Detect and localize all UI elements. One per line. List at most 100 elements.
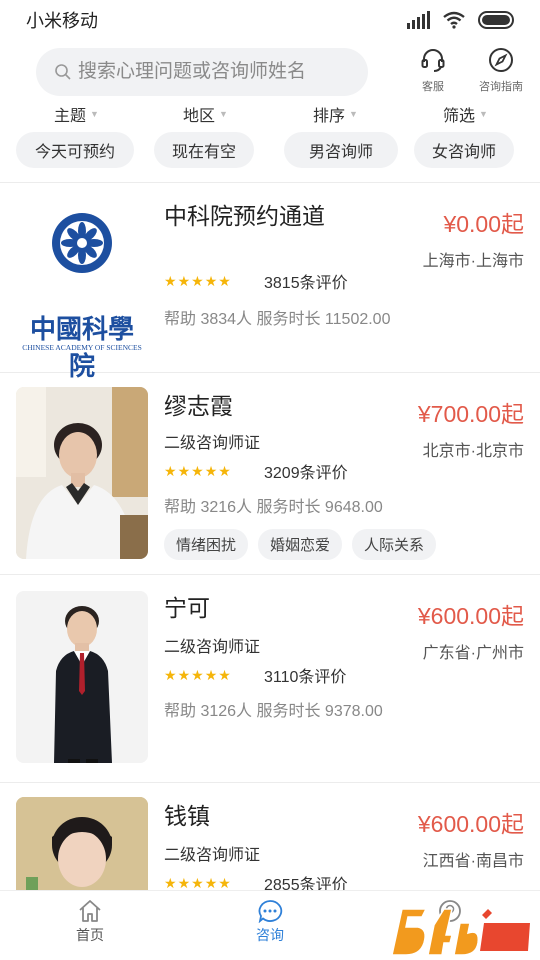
star-icon: ★: [204, 667, 218, 683]
home-icon: [79, 900, 101, 922]
star-icon: ★: [177, 667, 191, 683]
rating: ★ ★ ★ ★ ★ 3110条评价: [164, 663, 346, 687]
signal-icon: [407, 11, 430, 29]
counselor-location: 上海市·上海市: [422, 253, 524, 270]
customer-service-button[interactable]: 客服: [398, 46, 468, 94]
filter-tab-filter[interactable]: 筛选 ▼: [443, 102, 488, 126]
filter-tab-label: 地区: [183, 108, 216, 125]
counselor-photo: [16, 387, 148, 559]
star-icon: ★: [177, 875, 191, 890]
status-bar: 小米移动: [0, 0, 540, 40]
review-count: 3209条评价: [264, 465, 348, 482]
battery-icon: [478, 11, 514, 29]
counselor-name: 宁可: [164, 595, 210, 621]
chip-female-counselor[interactable]: 女咨询师: [414, 132, 514, 168]
filter-tab-label: 筛选: [443, 108, 476, 125]
star-icon: ★: [177, 463, 191, 479]
counselor-location: 江西省·南昌市: [422, 853, 524, 870]
rating: ★ ★ ★ ★ ★ 3815条评价: [164, 269, 348, 293]
counselor-name: 缪志霞: [164, 393, 233, 419]
filter-tab-label: 主题: [54, 108, 87, 125]
help-stats: 帮助 3216人 服务时长 9648.00: [164, 499, 383, 516]
certificate-label: 二级咨询师证: [164, 847, 261, 864]
filter-tab-sort[interactable]: 排序 ▼: [313, 102, 358, 126]
star-icon: ★: [191, 463, 204, 479]
consult-guide-label: 咨询指南: [479, 81, 523, 93]
chip-male-counselor[interactable]: 男咨询师: [284, 132, 398, 168]
caret-down-icon: ▼: [479, 109, 488, 119]
caret-down-icon: ▼: [349, 109, 358, 119]
star-icon: ★: [204, 463, 218, 479]
star-icon: ★: [218, 463, 231, 479]
search-row: 客服 咨询指南: [0, 46, 540, 98]
rating: ★ ★ ★ ★ ★ 3209条评价: [164, 459, 348, 483]
caret-down-icon: ▼: [219, 109, 228, 119]
star-icon: ★: [164, 875, 177, 890]
star-icon: ★: [204, 875, 218, 890]
filter-tab-topic[interactable]: 主题 ▼: [54, 102, 99, 126]
review-count: 3110条评价: [264, 669, 347, 686]
counselor-card[interactable]: 钱镇 ¥600.00起 江西省·南昌市 二级咨询师证 ★ ★ ★ ★ ★ 2855条评价: [0, 783, 540, 890]
filter-tabs: 主题 ▼ 地区 ▼ 排序 ▼ 筛选 ▼: [0, 102, 540, 128]
counselor-price: ¥600.00起: [417, 811, 524, 837]
counselor-list: 中國科學院 CHINESE ACADEMY OF SCIENCES 中科院预约通…: [0, 183, 540, 890]
search-bar[interactable]: [36, 48, 368, 96]
search-icon: [55, 64, 71, 80]
rating: ★ ★ ★ ★ ★ 2855条评价: [164, 871, 348, 890]
nav-item-home[interactable]: 首页: [50, 899, 130, 945]
cas-logo-subtext: CHINESE ACADEMY OF SCIENCES: [22, 343, 142, 352]
status-icons: [407, 11, 514, 29]
wifi-icon: [443, 11, 465, 29]
star-icon: ★: [164, 667, 177, 683]
star-icon: ★: [164, 463, 177, 479]
specialty-tag[interactable]: 婚姻恋爱: [258, 529, 343, 560]
carrier-name: 小米移动: [26, 11, 98, 31]
star-icon: ★: [191, 875, 204, 890]
chip-available-today[interactable]: 今天可预约: [16, 132, 134, 168]
star-icon: ★: [191, 667, 204, 683]
help-stats: 帮助 3126人 服务时长 9378.00: [164, 703, 383, 720]
customer-service-label: 客服: [422, 81, 444, 93]
star-icon: ★: [218, 875, 231, 890]
consult-guide-button[interactable]: 咨询指南: [466, 46, 536, 94]
star-icon: ★: [218, 273, 231, 289]
star-icon: ★: [218, 667, 231, 683]
counselor-card[interactable]: 缪志霞 ¥700.00起 北京市·北京市 二级咨询师证 ★ ★ ★ ★ ★ 3209条评…: [0, 373, 540, 575]
specialty-tag[interactable]: 情绪困扰: [164, 529, 249, 560]
help-stats: 帮助 3834人 服务时长 11502.00: [164, 311, 391, 328]
counselor-name: 钱镇: [164, 803, 210, 829]
counselor-card[interactable]: 宁可 ¥600.00起 广东省·广州市 二级咨询师证 ★ ★ ★ ★ ★ 3110条评价…: [0, 575, 540, 783]
filter-tab-region[interactable]: 地区 ▼: [183, 102, 228, 126]
nav-label-home: 首页: [76, 927, 104, 943]
star-rating: ★ ★ ★ ★ ★: [164, 876, 264, 890]
star-icon: ★: [164, 273, 177, 289]
specialty-tags: 情绪困扰 婚姻恋爱 人际关系: [164, 529, 437, 560]
review-count: 3815条评价: [264, 275, 348, 292]
chat-icon: [258, 900, 283, 923]
counselor-location: 广东省·广州市: [422, 645, 524, 662]
nav-label-consult: 咨询: [256, 927, 284, 943]
site-watermark: [388, 905, 536, 957]
headset-icon: [421, 49, 445, 72]
counselor-name: 中科院预约通道: [164, 203, 325, 229]
review-count: 2855条评价: [264, 877, 348, 890]
counselor-photo: [16, 591, 148, 763]
caret-down-icon: ▼: [90, 109, 99, 119]
quick-filters: 今天可预约 现在有空 男咨询师 女咨询师: [0, 132, 540, 168]
counselor-card[interactable]: 中國科學院 CHINESE ACADEMY OF SCIENCES 中科院预约通…: [0, 183, 540, 382]
star-icon: ★: [204, 273, 218, 289]
search-input[interactable]: [78, 61, 348, 83]
counselor-price: ¥700.00起: [417, 401, 524, 427]
chip-free-now[interactable]: 现在有空: [154, 132, 254, 168]
star-rating: ★ ★ ★ ★ ★: [164, 274, 264, 288]
filter-tab-label: 排序: [313, 108, 346, 125]
compass-icon: [489, 48, 513, 72]
certificate-label: 二级咨询师证: [164, 435, 261, 452]
counselor-price: ¥600.00起: [417, 603, 524, 629]
counselor-location: 北京市·北京市: [422, 443, 524, 460]
specialty-tag[interactable]: 人际关系: [352, 529, 437, 560]
star-icon: ★: [191, 273, 204, 289]
counselor-photo: [16, 797, 148, 890]
star-rating: ★ ★ ★ ★ ★: [164, 668, 264, 682]
nav-item-consult[interactable]: 咨询: [230, 899, 310, 945]
